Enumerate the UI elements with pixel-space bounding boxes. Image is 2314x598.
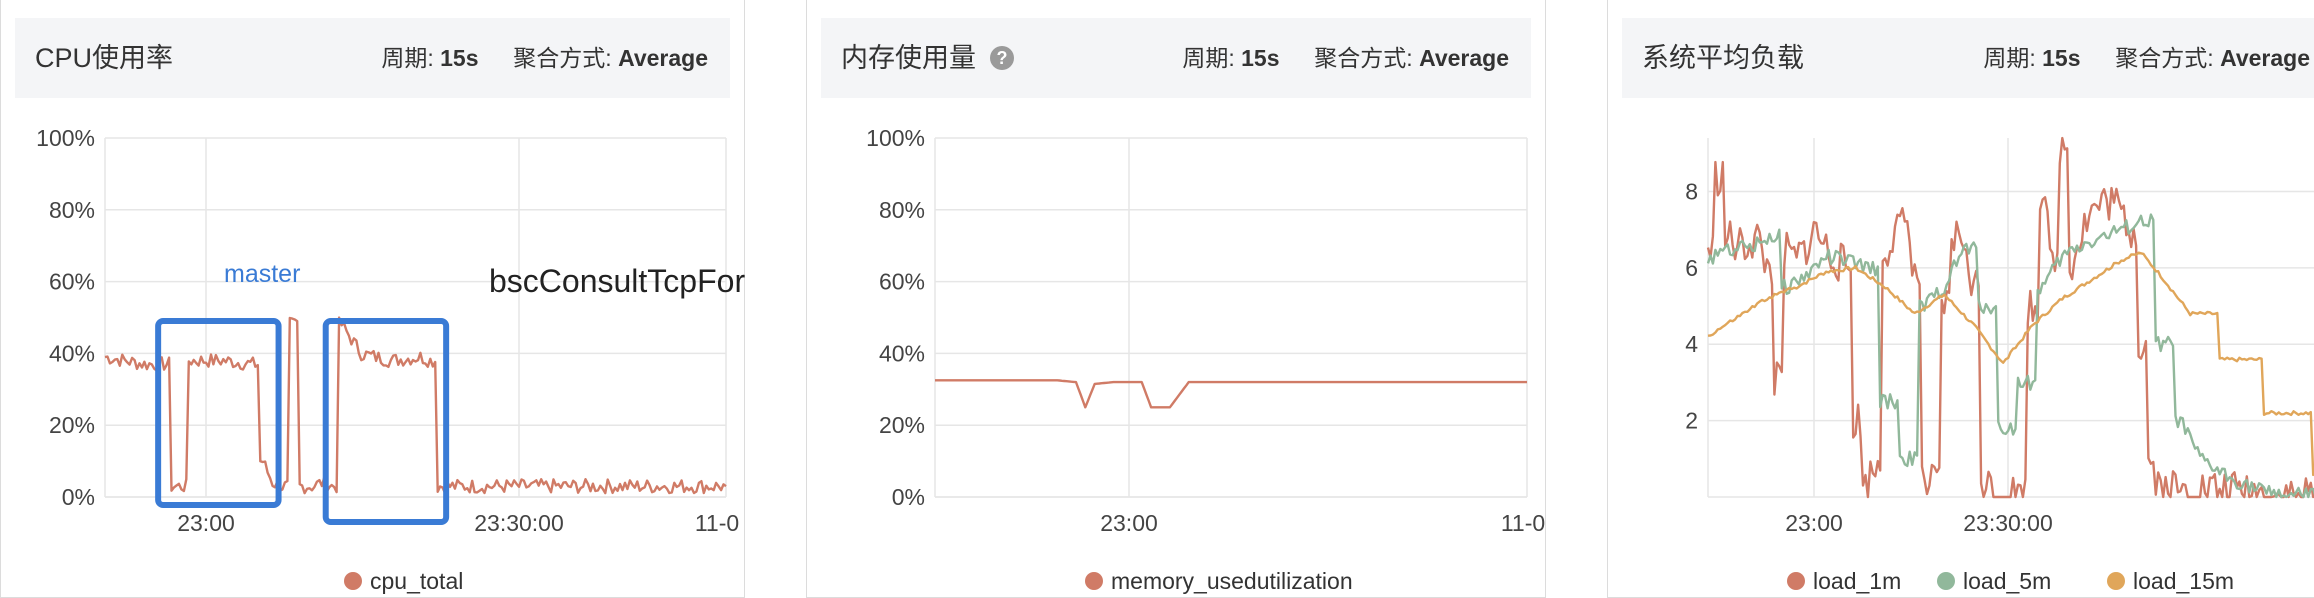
- series-line-load_15m: [1707, 251, 2314, 477]
- y-tick-label: 60%: [879, 269, 925, 295]
- cpu-panel: CPU使用率 周期: 15s 聚合方式: Average 0% 20% 40% 60%…: [0, 0, 746, 598]
- cpu-chart[interactable]: 0% 20% 40% 60% 80% 100% 23:00 23:30:00 11-0 cpu_t…: [1, 0, 746, 598]
- legend-label: load_15m: [2133, 568, 2234, 594]
- y-tick-label: 100%: [866, 125, 925, 151]
- y-tick-label: 8: [1685, 178, 1698, 204]
- x-tick-label: 11-0: [1501, 510, 1545, 536]
- memory-panel: 内存使用量? 周期: 15s 聚合方式: Average 0% 20% 40% 60%…: [806, 0, 1546, 598]
- y-tick-label: 80%: [879, 197, 925, 223]
- annotation-label: bscConsultTcpForPay: [489, 263, 746, 299]
- load-panel: 系统平均负载 周期: 15s 聚合方式: Average 2 4 6 8 23:00 23…: [1607, 0, 2314, 598]
- y-tick-label: 40%: [879, 340, 925, 366]
- annotation-box: [322, 318, 450, 525]
- x-tick-label: 23:30:00: [474, 510, 564, 536]
- y-tick-label: 60%: [49, 269, 95, 295]
- x-tick-label: 23:30:00: [1963, 510, 2053, 536]
- annotation-label: master: [224, 260, 300, 288]
- legend-label: load_5m: [1963, 568, 2051, 594]
- y-tick-label: 80%: [49, 197, 95, 223]
- annotation-box: [155, 318, 282, 508]
- y-tick-label: 2: [1685, 408, 1698, 434]
- y-tick-label: 0%: [892, 484, 925, 510]
- y-tick-label: 4: [1685, 331, 1698, 357]
- y-tick-label: 100%: [36, 125, 95, 151]
- y-tick-label: 20%: [49, 412, 95, 438]
- series-line-cpu_total: [104, 316, 727, 495]
- load-chart[interactable]: 246823:0023:30:0011load_1mload_5mload_15…: [1608, 0, 2314, 598]
- legend-label: cpu_total: [370, 568, 463, 594]
- legend-marker: [1085, 572, 1103, 590]
- legend-marker: [344, 572, 362, 590]
- series-line-memory_usedutilization: [935, 379, 1527, 409]
- y-tick-label: 6: [1685, 255, 1698, 281]
- y-tick-label: 40%: [49, 340, 95, 366]
- y-tick-label: 20%: [879, 412, 925, 438]
- legend-marker: [1787, 572, 1805, 590]
- legend-marker: [1937, 572, 1955, 590]
- x-tick-label: 23:00: [1100, 510, 1158, 536]
- x-tick-label: 23:00: [1785, 510, 1843, 536]
- x-tick-label: 23:00: [177, 510, 235, 536]
- legend-marker: [2107, 572, 2125, 590]
- y-tick-label: 0%: [62, 484, 95, 510]
- x-tick-label: 11-0: [695, 510, 739, 536]
- legend-label: load_1m: [1813, 568, 1901, 594]
- legend-label: memory_usedutilization: [1111, 568, 1353, 594]
- series-line-load_5m: [1706, 213, 2314, 499]
- memory-chart[interactable]: 0% 20% 40% 60% 80% 100% 23:00 11-0 memory_usedut…: [807, 0, 1547, 598]
